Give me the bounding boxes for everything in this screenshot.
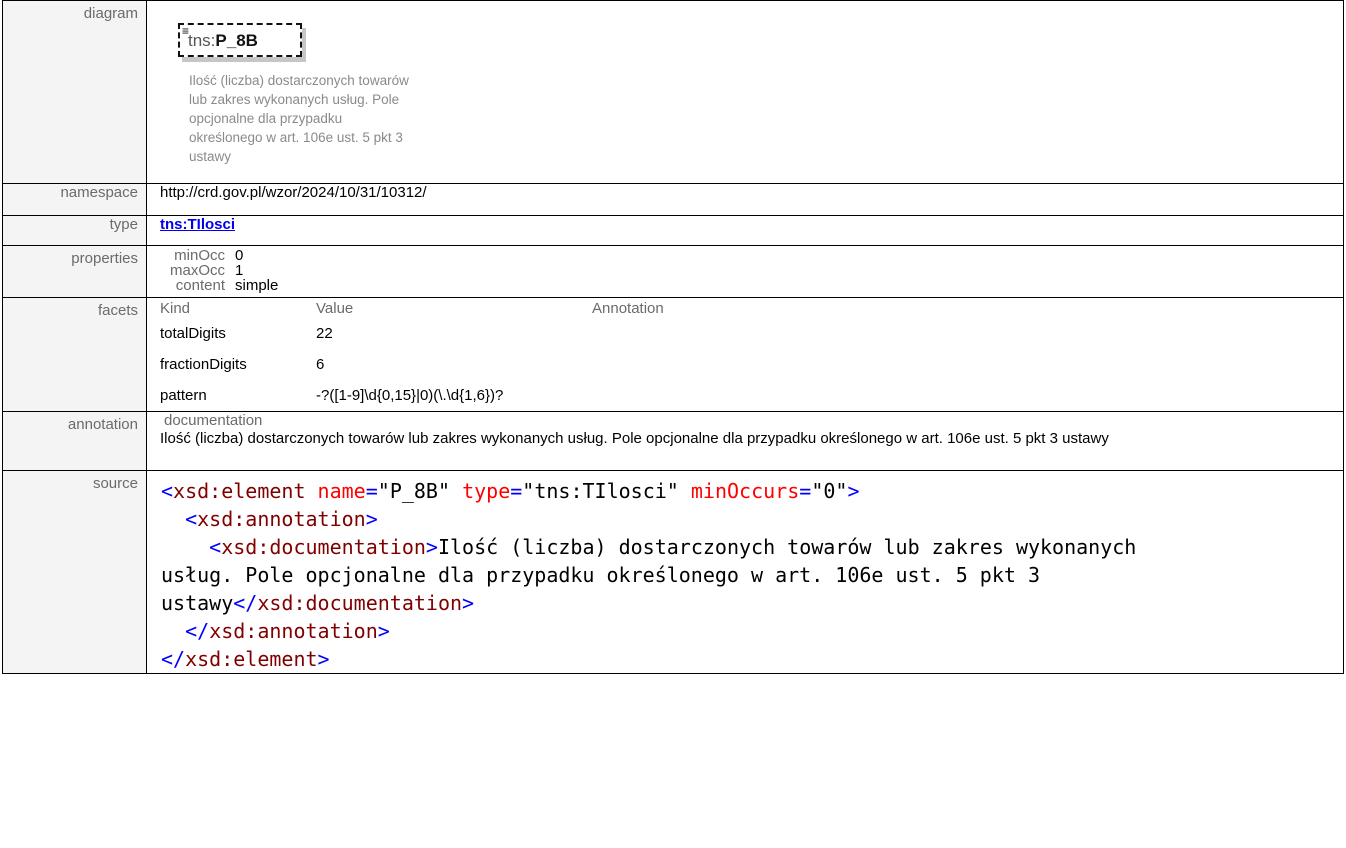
row-label-diagram: diagram — [2, 0, 147, 184]
annotation-cell: documentation Ilość (liczba) dostarczony… — [146, 411, 1344, 471]
xml-text-line: usług. Pole opcjonalne dla przypadku okr… — [161, 563, 1040, 587]
facets-header-value: Value — [316, 299, 354, 317]
properties-table: minOcc 0 maxOcc 1 content simple — [164, 248, 278, 293]
type-cell: tns:TIlosci — [146, 215, 1344, 246]
property-value: 0 — [235, 247, 244, 264]
xml-text-line: ustawy — [161, 591, 234, 615]
xml-tag-name: xsd:annotation — [209, 619, 378, 643]
xml-attribute-value: P_8B — [389, 479, 438, 503]
facet-annotation — [592, 318, 664, 349]
row-label-annotation: annotation — [2, 411, 147, 471]
schema-doc: diagram ≡ tns:P_8B Ilość (liczba) dostar… — [2, 0, 1344, 674]
property-key: maxOcc — [170, 262, 226, 279]
source-cell: <xsd:element name="P_8B" type="tns:TIlos… — [146, 470, 1344, 674]
row-properties: properties minOcc 0 maxOcc 1 content sim… — [2, 245, 1344, 298]
element-properties-table: diagram ≡ tns:P_8B Ilość (liczba) dostar… — [2, 0, 1344, 674]
row-label-properties: properties — [2, 245, 147, 298]
diagram-cell: ≡ tns:P_8B Ilość (liczba) dostarczonych … — [146, 0, 1344, 184]
xml-tag-name: xsd:documentation — [221, 535, 426, 559]
facet-value: 22 — [316, 325, 333, 342]
facet-value: 6 — [316, 356, 325, 373]
xml-source-code: <xsd:element name="P_8B" type="tns:TIlos… — [161, 479, 1137, 671]
facet-annotation — [592, 380, 664, 411]
xml-tag-name: xsd:element — [185, 647, 318, 671]
xml-attribute-name: type — [462, 479, 511, 503]
element-diagram: ≡ tns:P_8B Ilość (liczba) dostarczonych … — [160, 5, 1343, 183]
row-label-source: source — [2, 470, 147, 674]
facets-header-row: Kind Value Annotation — [157, 298, 664, 318]
xml-text-line: Ilość (liczba) dostarczonych towarów lub… — [437, 535, 1137, 559]
property-row: maxOcc 1 — [164, 263, 278, 278]
property-key: minOcc — [174, 247, 226, 264]
row-source: source <xsd:element name="P_8B" type="tn… — [2, 470, 1344, 674]
facet-kind: fractionDigits — [160, 356, 247, 373]
row-type: type tns:TIlosci — [2, 215, 1344, 246]
xml-attribute-name: name — [317, 479, 366, 503]
row-diagram: diagram ≡ tns:P_8B Ilość (liczba) dostar… — [2, 0, 1344, 184]
facets-header-annotation: Annotation — [592, 299, 664, 317]
facets-cell: Kind Value Annotation totalDigits 22 fra… — [146, 297, 1344, 412]
diagram-element-prefix: tns: — [188, 31, 216, 50]
xml-tag-name: xsd:annotation — [197, 507, 366, 531]
xml-attribute-value: 0 — [823, 479, 836, 503]
facets-table: Kind Value Annotation totalDigits 22 fra… — [157, 298, 664, 411]
xml-attribute-value: tns:TIlosci — [534, 479, 667, 503]
row-facets: facets Kind Value Annotation totalDigits… — [2, 297, 1344, 412]
property-value: simple — [235, 277, 279, 294]
property-row: minOcc 0 — [164, 248, 278, 263]
facet-row: totalDigits 22 — [157, 318, 664, 349]
row-annotation: annotation documentation Ilość (liczba) … — [2, 411, 1344, 471]
diagram-element-local-name: P_8B — [215, 31, 258, 50]
annotation-heading: documentation — [164, 412, 263, 429]
namespace-value: http://crd.gov.pl/wzor/2024/10/31/10312/ — [146, 183, 1344, 216]
xml-tag-name: xsd:element — [173, 479, 306, 503]
row-label-facets: facets — [2, 297, 147, 412]
xml-tag-name: xsd:documentation — [257, 591, 463, 615]
row-label-type: type — [2, 215, 147, 246]
properties-cell: minOcc 0 maxOcc 1 content simple — [146, 245, 1344, 298]
property-row: content simple — [164, 277, 279, 294]
row-namespace: namespace http://crd.gov.pl/wzor/2024/10… — [2, 183, 1344, 216]
property-value: 1 — [235, 262, 244, 279]
facets-header-kind: Kind — [160, 299, 191, 317]
facet-value: -?([1-9]\d{0,15}|0)(\.\d{1,6})? — [316, 387, 504, 404]
diagram-element-name: tns:P_8B — [188, 31, 258, 51]
type-link[interactable]: tns:TIlosci — [160, 216, 235, 233]
facet-row: fractionDigits 6 — [157, 349, 664, 380]
annotation-text: Ilość (liczba) dostarczonych towarów lub… — [160, 430, 1109, 447]
xml-attribute-name: minOccurs — [690, 479, 800, 503]
facet-kind: pattern — [160, 387, 207, 404]
facet-annotation — [592, 349, 664, 380]
row-label-namespace: namespace — [2, 183, 147, 216]
property-key: content — [175, 277, 226, 294]
diagram-description: Ilość (liczba) dostarczonych towarów lub… — [189, 73, 409, 164]
facet-row: pattern -?([1-9]\d{0,15}|0)(\.\d{1,6})? — [157, 380, 664, 411]
facet-kind: totalDigits — [160, 325, 226, 342]
diagram-element-box[interactable]: ≡ tns:P_8B — [178, 23, 302, 57]
